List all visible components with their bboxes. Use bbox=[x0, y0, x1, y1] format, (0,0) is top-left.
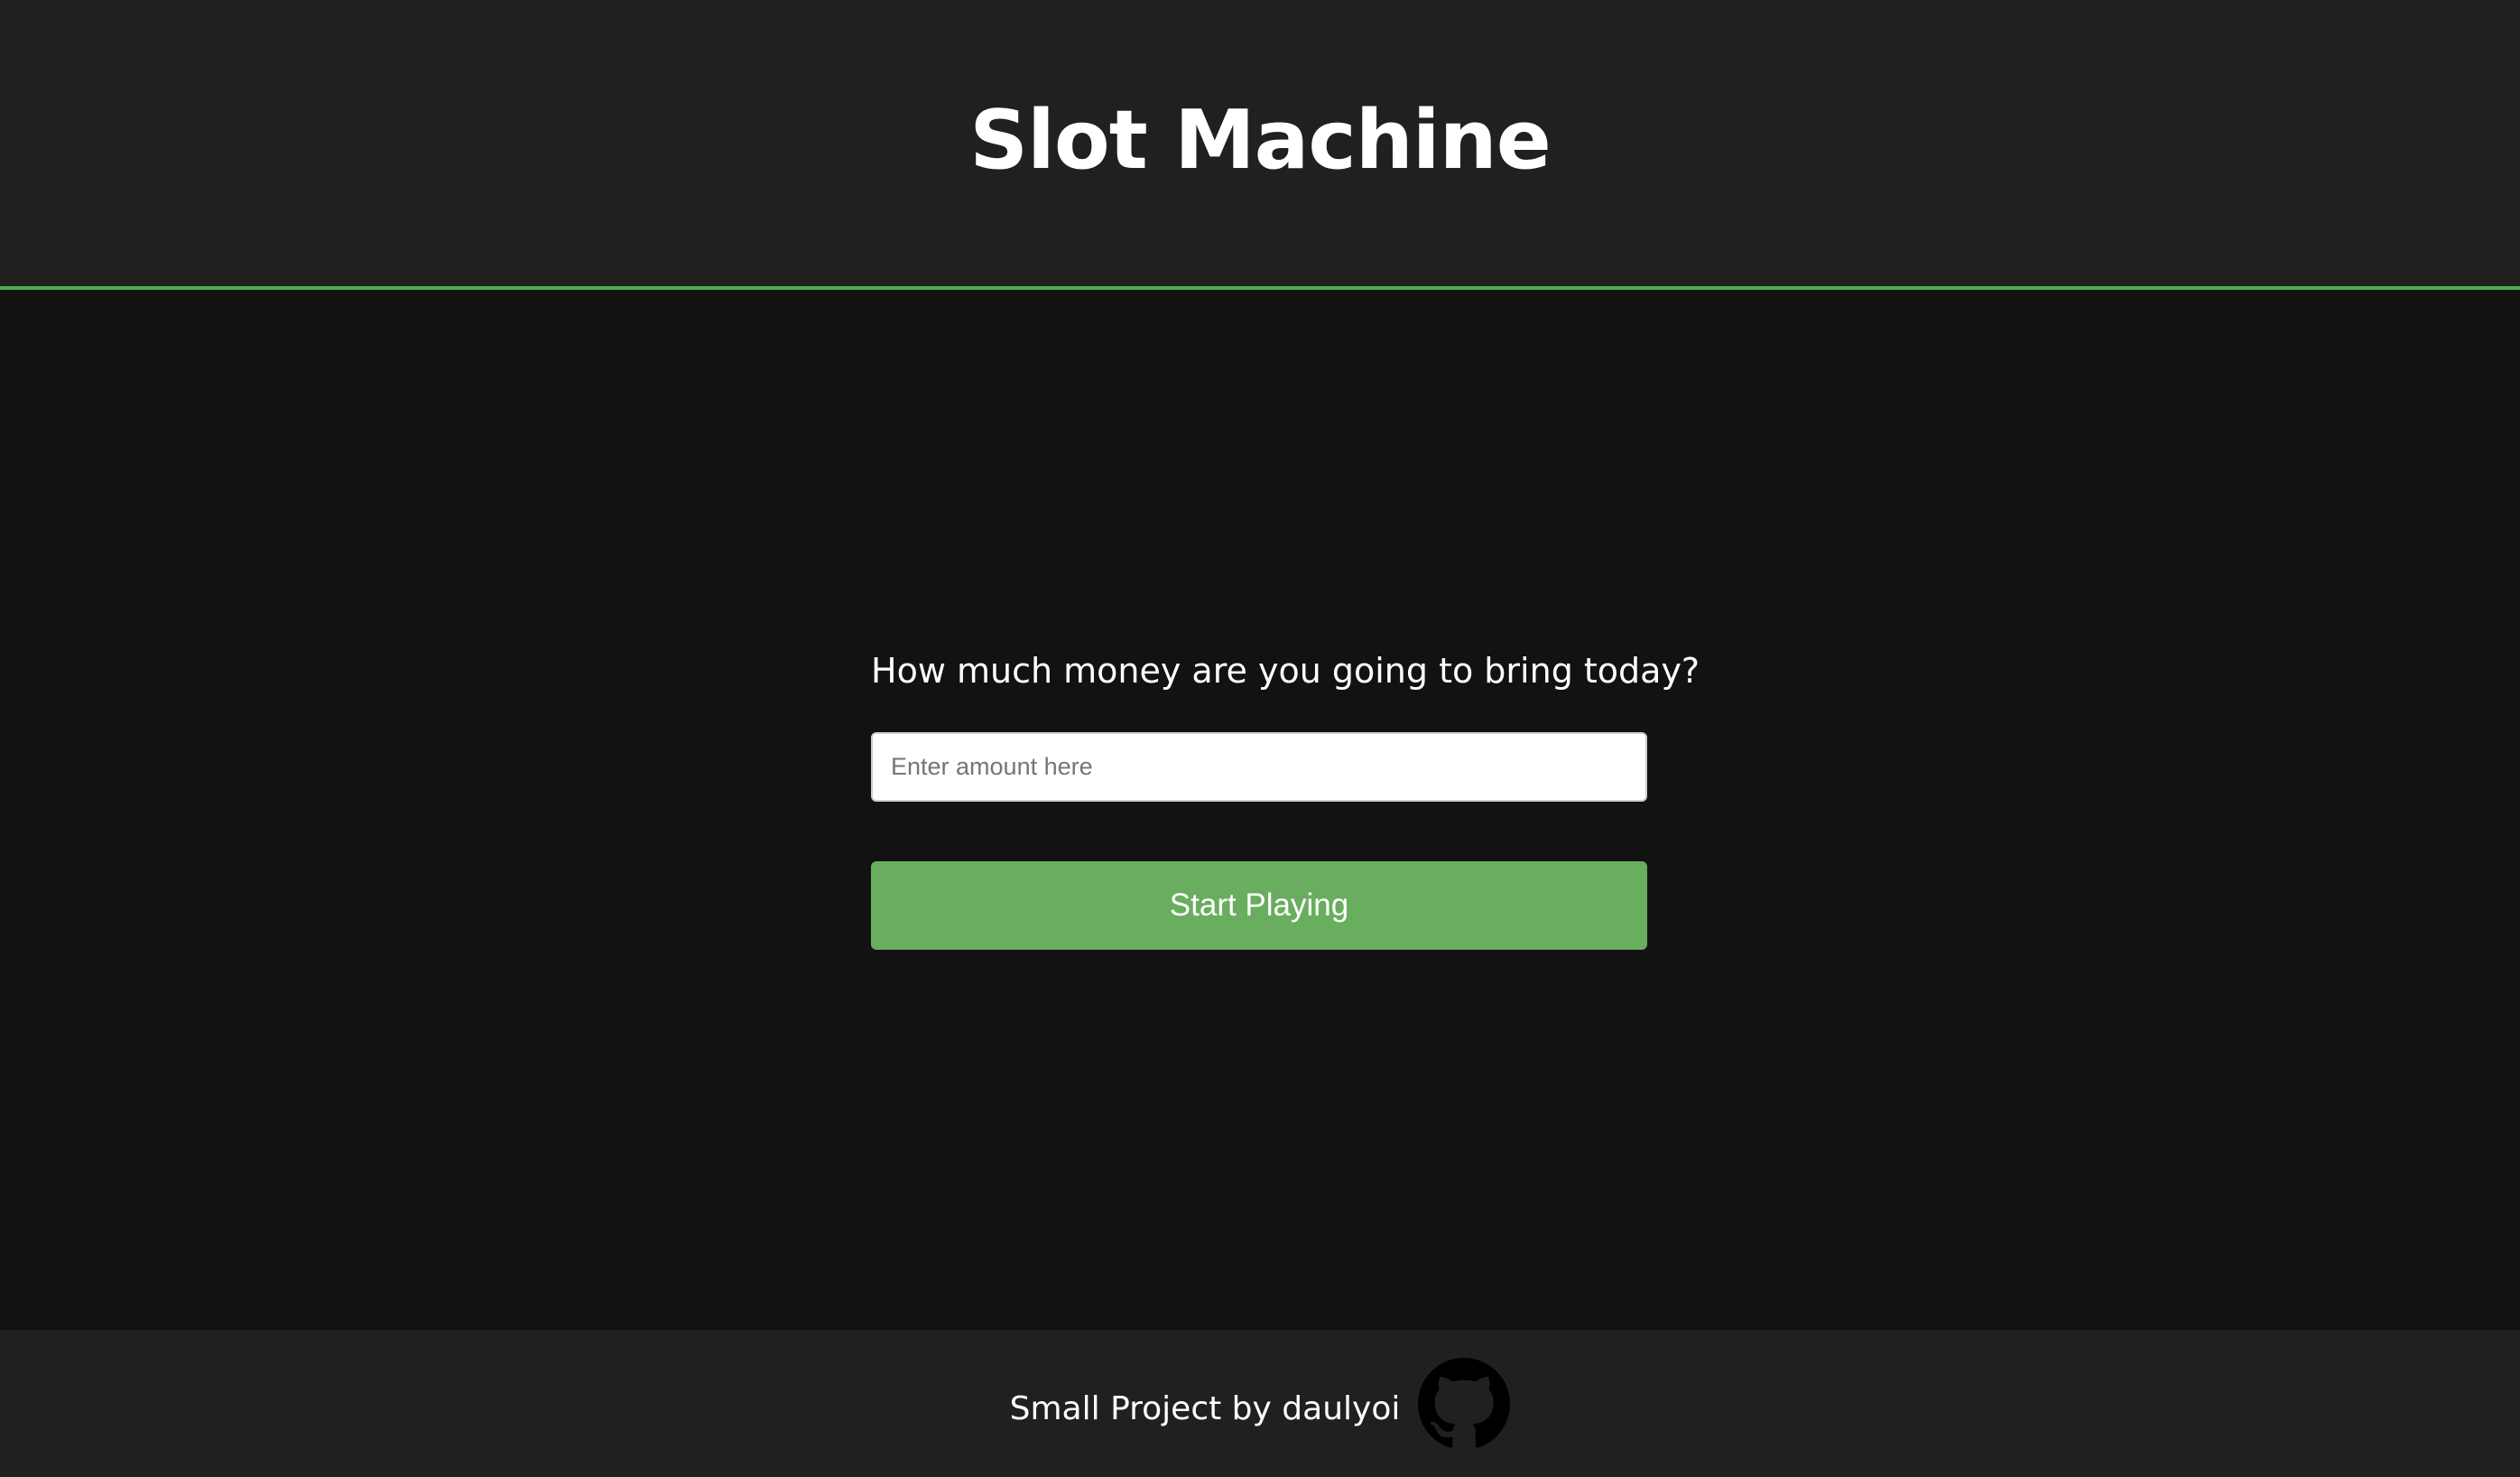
amount-input[interactable] bbox=[871, 731, 1647, 802]
page-title: Slot Machine bbox=[969, 92, 1552, 188]
money-question: How much money are you going to bring to… bbox=[871, 651, 1700, 691]
page: Slot Machine How much money are you goin… bbox=[0, 0, 2520, 1477]
start-playing-button[interactable]: Start Playing bbox=[871, 860, 1647, 950]
footer-credit: Small Project by daulyoi bbox=[1009, 1390, 1401, 1427]
github-icon[interactable] bbox=[1418, 1357, 1511, 1450]
site-footer: Small Project by daulyoi bbox=[0, 1330, 2520, 1477]
site-header: Slot Machine bbox=[0, 0, 2520, 290]
main-content: How much money are you going to bring to… bbox=[0, 290, 2520, 1330]
money-form: How much money are you going to bring to… bbox=[871, 651, 1700, 950]
